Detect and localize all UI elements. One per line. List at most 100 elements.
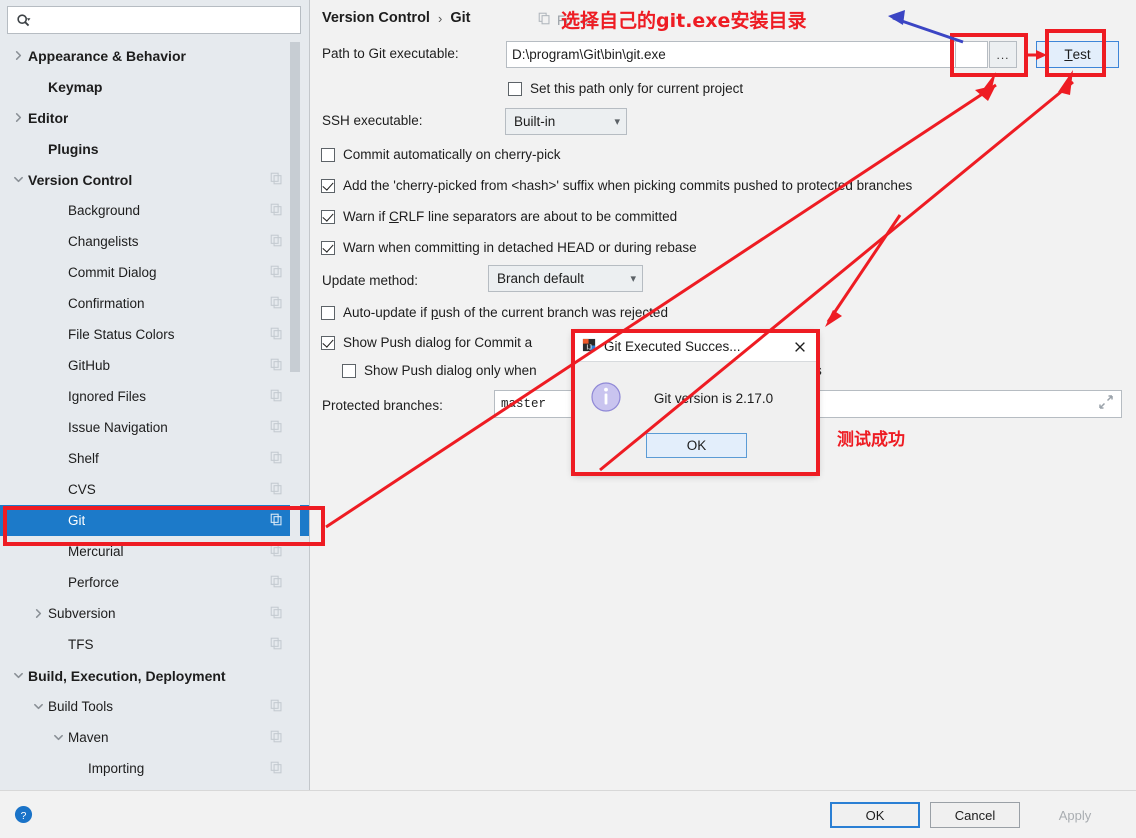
browse-button[interactable]: ...: [989, 41, 1017, 68]
cherrypicked-suffix-row[interactable]: Add the 'cherry-picked from <hash>' suff…: [321, 178, 912, 193]
chevron-right-icon[interactable]: [8, 50, 28, 61]
copy-icon[interactable]: [270, 575, 283, 591]
copy-icon[interactable]: [270, 513, 283, 529]
chevron-down-icon[interactable]: [48, 732, 68, 743]
copy-icon[interactable]: [270, 482, 283, 498]
chevron-right-icon[interactable]: [28, 608, 48, 619]
commit-auto-cherrypick-checkbox[interactable]: [321, 147, 335, 162]
info-icon: [588, 379, 624, 418]
auto-update-checkbox[interactable]: [321, 305, 335, 320]
dialog-title: Git Executed Succes...: [604, 339, 741, 354]
svg-text:?: ?: [21, 811, 27, 822]
test-button[interactable]: Test: [1036, 41, 1119, 68]
search-box[interactable]: [7, 6, 301, 34]
sidebar-item-confirmation[interactable]: Confirmation: [0, 288, 309, 319]
copy-icon[interactable]: [270, 358, 283, 374]
help-icon[interactable]: ?: [14, 805, 33, 827]
sidebar-item-label: TFS: [68, 637, 94, 652]
copy-icon[interactable]: [270, 265, 283, 281]
copy-icon[interactable]: [270, 606, 283, 622]
sidebar-item-subversion[interactable]: Subversion: [0, 598, 309, 629]
search-input[interactable]: [35, 6, 300, 34]
sidebar-item-maven[interactable]: Maven: [0, 722, 309, 753]
auto-update-row[interactable]: Auto-update if push of the current branc…: [321, 305, 668, 320]
chevron-right-icon[interactable]: [8, 112, 28, 123]
show-push-only-checkbox[interactable]: [342, 363, 356, 378]
copy-icon[interactable]: [270, 544, 283, 560]
sidebar-item-build-execution-deployment[interactable]: Build, Execution, Deployment: [0, 660, 309, 691]
chevron-down-icon[interactable]: [28, 701, 48, 712]
sidebar-item-editor[interactable]: Editor: [0, 102, 309, 133]
chevron-down-icon[interactable]: [8, 670, 28, 681]
sidebar-item-commit-dialog[interactable]: Commit Dialog: [0, 257, 309, 288]
sidebar-item-perforce[interactable]: Perforce: [0, 567, 309, 598]
copy-icon[interactable]: [270, 420, 283, 436]
show-push-dialog-row[interactable]: Show Push dialog for Commit a: [321, 335, 532, 350]
warn-crlf-checkbox[interactable]: [321, 209, 335, 224]
warn-crlf-row[interactable]: Warn if CRLF line separators are about t…: [321, 209, 677, 224]
cherrypicked-suffix-checkbox[interactable]: [321, 178, 335, 193]
chevron-down-icon: ▾: [614, 116, 620, 128]
sidebar-item-mercurial[interactable]: Mercurial: [0, 536, 309, 567]
settings-tree: Appearance & Behavior Keymap Editor Plugins…: [0, 40, 309, 790]
show-push-only-row[interactable]: Show Push dialog only when: [342, 363, 537, 378]
sidebar-item-shelf[interactable]: Shelf: [0, 443, 309, 474]
sidebar-item-version-control[interactable]: Version Control: [0, 164, 309, 195]
copy-icon[interactable]: [270, 296, 283, 312]
copy-icon[interactable]: [270, 451, 283, 467]
sidebar-item-label: GitHub: [68, 358, 111, 373]
copy-icon[interactable]: [270, 234, 283, 250]
copy-icon[interactable]: [270, 761, 283, 777]
sidebar-item-ignored-files[interactable]: Ignored Files: [0, 381, 309, 412]
sidebar-item-file-status-colors[interactable]: File Status Colors: [0, 319, 309, 350]
copy-icon[interactable]: [270, 203, 283, 219]
sidebar-item-keymap[interactable]: Keymap: [0, 71, 309, 102]
breadcrumb-root[interactable]: Version Control: [322, 10, 430, 26]
current-project-checkbox[interactable]: [508, 81, 522, 96]
expand-icon[interactable]: [1098, 394, 1114, 414]
sidebar-item-appearance-behavior[interactable]: Appearance & Behavior: [0, 40, 309, 71]
current-project-checkbox-row[interactable]: Set this path only for current project: [508, 81, 743, 96]
ok-button[interactable]: OK: [830, 802, 920, 828]
protected-branches-label: Protected branches:: [322, 398, 443, 413]
sidebar-item-label: Appearance & Behavior: [28, 47, 186, 64]
ssh-executable-select[interactable]: Built-in ▾: [505, 108, 627, 135]
commit-auto-cherrypick-row[interactable]: Commit automatically on cherry-pick: [321, 147, 561, 162]
sidebar-item-label: Commit Dialog: [68, 265, 157, 280]
show-push-dialog-checkbox[interactable]: [321, 335, 335, 350]
copy-icon[interactable]: [270, 327, 283, 343]
dialog-ok-button[interactable]: OK: [646, 433, 747, 458]
sidebar-item-changelists[interactable]: Changelists: [0, 226, 309, 257]
path-to-git-input[interactable]: [506, 41, 958, 68]
sidebar-item-label: Changelists: [68, 234, 139, 249]
sidebar-item-plugins[interactable]: Plugins: [0, 133, 309, 164]
sidebar-item-build-tools[interactable]: Build Tools: [0, 691, 309, 722]
copy-icon: [538, 12, 551, 28]
search-icon: [16, 13, 31, 28]
sidebar-item-background[interactable]: Background: [0, 195, 309, 226]
update-method-select[interactable]: Branch default ▾: [488, 265, 643, 292]
warn-detached-head-checkbox[interactable]: [321, 240, 335, 255]
sidebar-scrollbar-thumb[interactable]: [290, 42, 300, 372]
copy-icon[interactable]: [270, 637, 283, 653]
copy-icon[interactable]: [270, 389, 283, 405]
breadcrumb-separator-icon: ›: [437, 10, 443, 26]
sidebar-item-git[interactable]: Git: [0, 505, 309, 536]
warn-detached-head-row[interactable]: Warn when committing in detached HEAD or…: [321, 240, 697, 255]
chevron-down-icon[interactable]: [8, 174, 28, 185]
path-extra-input[interactable]: [955, 41, 988, 68]
sidebar-item-label: Ignored Files: [68, 389, 147, 404]
sidebar-item-github[interactable]: GitHub: [0, 350, 309, 381]
sidebar-item-label: Editor: [28, 109, 69, 126]
sidebar-item-tfs[interactable]: TFS: [0, 629, 309, 660]
dialog-footer: ? OK Cancel Apply: [0, 790, 1136, 838]
sidebar-item-cvs[interactable]: CVS: [0, 474, 309, 505]
close-icon[interactable]: [789, 336, 811, 358]
sidebar-item-issue-navigation[interactable]: Issue Navigation: [0, 412, 309, 443]
copy-icon[interactable]: [270, 172, 283, 188]
copy-icon[interactable]: [270, 699, 283, 715]
copy-icon[interactable]: [270, 730, 283, 746]
auto-update-label: Auto-update if push of the current branc…: [343, 305, 668, 320]
sidebar-item-importing[interactable]: Importing: [0, 753, 309, 784]
cancel-button[interactable]: Cancel: [930, 802, 1020, 828]
